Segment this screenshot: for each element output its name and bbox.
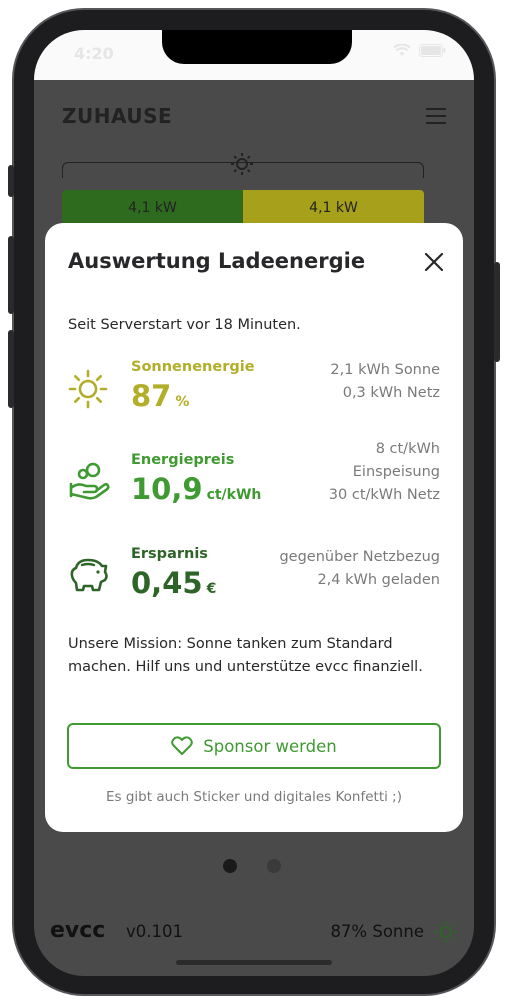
piggy-bank-icon bbox=[70, 558, 108, 592]
metric-label: Energiepreis bbox=[131, 452, 235, 468]
metric-unit: € bbox=[206, 581, 217, 597]
evcc-logo[interactable]: evcc bbox=[50, 918, 105, 943]
savings-modal: Auswertung Ladeenergie Seit Serverstart … bbox=[45, 223, 463, 832]
metric-number: 0,45 bbox=[131, 566, 203, 600]
metric-label: Ersparnis bbox=[131, 546, 208, 562]
mission-text: Unsere Mission: Sonne tanken zum Standar… bbox=[68, 636, 423, 675]
page-dot[interactable] bbox=[267, 859, 281, 873]
version-label[interactable]: v0.101 bbox=[126, 922, 183, 941]
metric-value: 0,45 € bbox=[131, 566, 216, 600]
wifi-icon bbox=[393, 44, 411, 56]
metric-value: 87% bbox=[131, 379, 189, 413]
home-indicator[interactable] bbox=[176, 960, 332, 965]
sun-icon[interactable] bbox=[434, 920, 458, 944]
since-text: Seit Serverstart vor 18 Minuten. bbox=[68, 317, 301, 333]
metric-details: 8 ct/kWh Einspeisung 30 ct/kWh Netz bbox=[329, 438, 440, 507]
page-dot-active[interactable] bbox=[223, 859, 237, 873]
detail-line: 30 ct/kWh Netz bbox=[328, 487, 440, 503]
hand-coins-icon bbox=[69, 462, 110, 500]
camera-notch bbox=[162, 30, 352, 64]
power-button bbox=[494, 262, 500, 362]
sun-icon bbox=[68, 369, 108, 409]
heart-icon bbox=[171, 736, 194, 755]
sun-share-label[interactable]: 87% Sonne bbox=[330, 922, 424, 941]
status-icons bbox=[393, 44, 446, 57]
volume-down-button bbox=[8, 330, 14, 408]
detail-line: 2,1 kWh Sonne bbox=[330, 362, 440, 378]
metric-number: 87 bbox=[131, 379, 172, 413]
metric-value: 10,9 ct/kWh bbox=[131, 472, 261, 506]
metric-number: 10,9 bbox=[131, 472, 203, 506]
silent-switch bbox=[8, 165, 14, 197]
status-time: 4:20 bbox=[74, 44, 114, 63]
modal-title: Auswertung Ladeenergie bbox=[68, 249, 366, 273]
close-icon[interactable] bbox=[423, 251, 445, 273]
detail-line: 0,3 kWh Netz bbox=[342, 385, 440, 401]
metric-details: 2,1 kWh Sonne 0,3 kWh Netz bbox=[330, 359, 440, 405]
detail-line: gegenüber Netzbezug bbox=[279, 549, 440, 565]
footer: evcc v0.101 87% Sonne bbox=[34, 918, 474, 976]
metric-unit: % bbox=[175, 394, 190, 410]
detail-line: 2,4 kWh geladen bbox=[317, 572, 440, 588]
battery-icon bbox=[419, 44, 446, 57]
sponsor-button[interactable]: Sponsor werden bbox=[67, 723, 441, 769]
metric-details: gegenüber Netzbezug 2,4 kWh geladen bbox=[279, 546, 440, 592]
metric-unit: ct/kWh bbox=[206, 487, 262, 503]
volume-up-button bbox=[8, 236, 14, 314]
screen: 4:20 ZUHAUSE 4,1 kW 4,1 kW Auswertung La… bbox=[34, 30, 474, 976]
sticker-text: Es gibt auch Sticker und digitales Konfe… bbox=[105, 789, 402, 805]
sponsor-label: Sponsor werden bbox=[203, 736, 337, 756]
detail-line: Einspeisung bbox=[352, 464, 440, 480]
detail-line: 8 ct/kWh bbox=[375, 441, 440, 457]
page-indicator bbox=[223, 859, 281, 873]
metric-label: Sonnenenergie bbox=[131, 359, 255, 375]
